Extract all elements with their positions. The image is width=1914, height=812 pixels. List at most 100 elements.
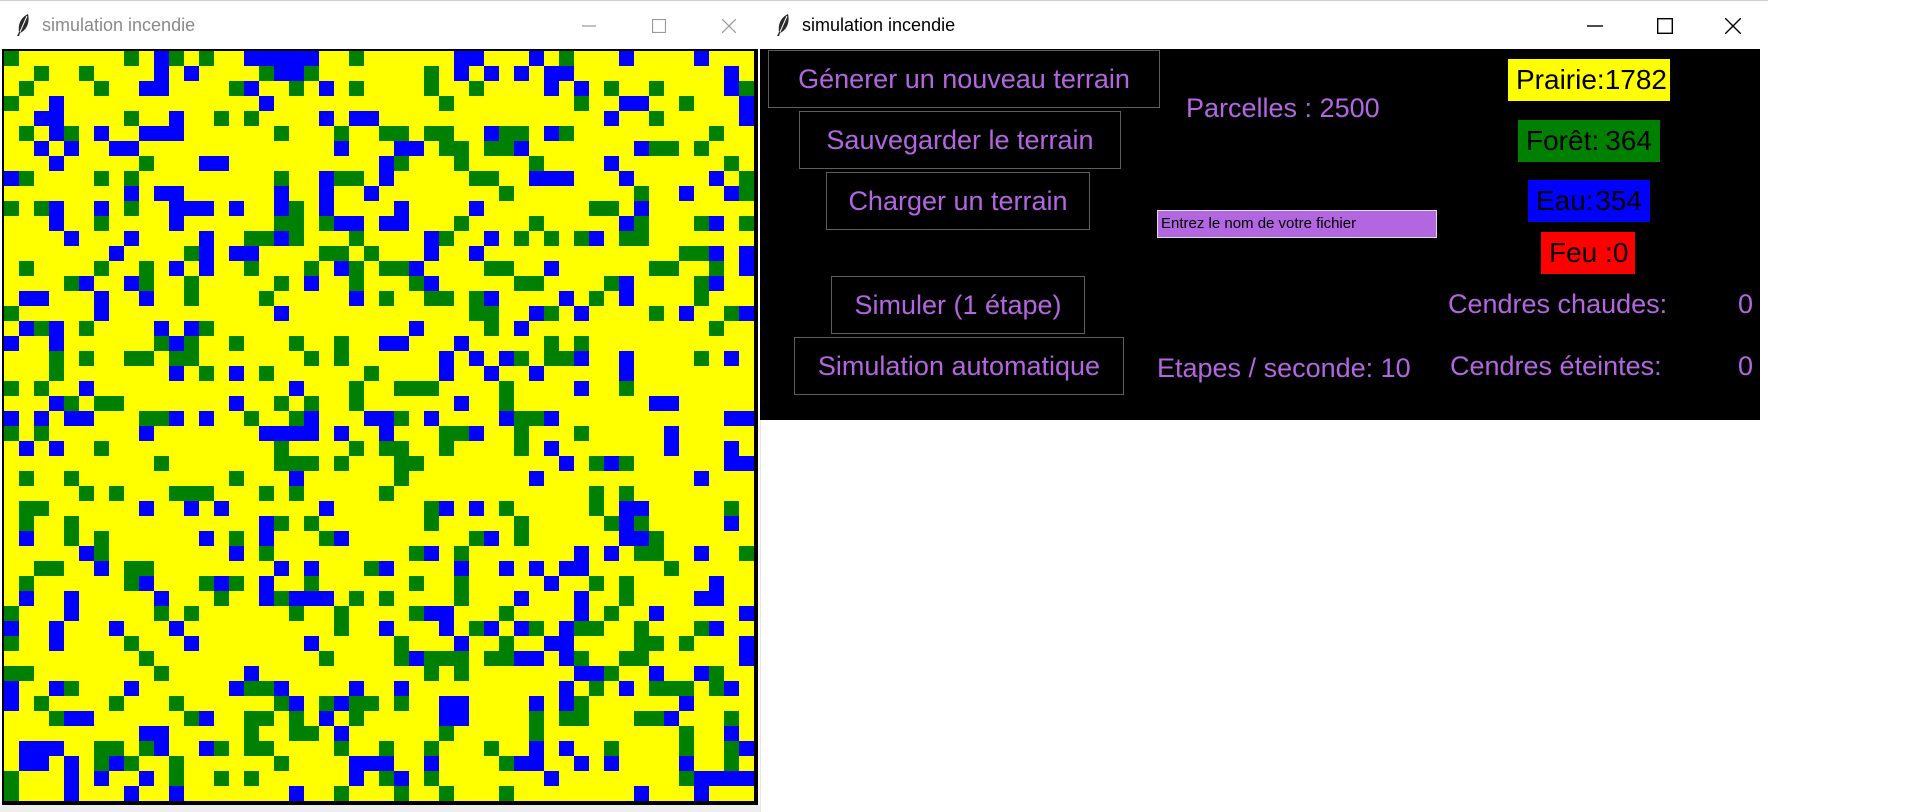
terrain-cell xyxy=(274,51,289,66)
maximize-button[interactable] xyxy=(624,1,694,50)
terrain-cell xyxy=(244,771,259,786)
terrain-cell xyxy=(484,261,499,276)
terrain-cell xyxy=(589,576,604,591)
save-terrain-button[interactable]: Sauvegarder le terrain xyxy=(799,111,1121,169)
terrain-cell xyxy=(109,246,124,261)
terrain-cell xyxy=(229,336,244,351)
close-button[interactable] xyxy=(694,1,764,50)
terrain-cell xyxy=(394,381,409,396)
generate-terrain-button[interactable]: Génerer un nouveau terrain xyxy=(768,50,1160,108)
terrain-cell xyxy=(739,111,754,126)
terrain-cell xyxy=(229,366,244,381)
maximize-icon xyxy=(652,18,666,33)
terrain-cell xyxy=(259,531,274,546)
terrain-cell xyxy=(94,531,109,546)
maximize-button[interactable] xyxy=(1630,1,1700,50)
terrain-cell xyxy=(34,141,49,156)
terrain-cell xyxy=(379,291,394,306)
load-terrain-button[interactable]: Charger un terrain xyxy=(826,172,1090,230)
terrain-cell xyxy=(349,696,364,711)
terrain-cell xyxy=(379,216,394,231)
terrain-cell xyxy=(679,696,694,711)
terrain-cell xyxy=(499,636,514,651)
terrain-cell xyxy=(454,711,469,726)
terrain-cell xyxy=(79,711,94,726)
terrain-cell xyxy=(604,756,619,771)
terrain-cell xyxy=(49,681,64,696)
terrain-cell xyxy=(499,501,514,516)
terrain-cell xyxy=(394,696,409,711)
terrain-cell xyxy=(334,621,349,636)
terrain-cell xyxy=(334,246,349,261)
terrain-cell xyxy=(409,456,424,471)
terrain-cell xyxy=(289,696,304,711)
terrain-grid[interactable] xyxy=(4,51,754,801)
terrain-cell xyxy=(229,576,244,591)
minimize-button[interactable] xyxy=(554,1,624,50)
terrain-cell xyxy=(724,681,739,696)
auto-simulation-button[interactable]: Simulation automatique xyxy=(794,337,1124,395)
close-button[interactable] xyxy=(1698,1,1768,50)
terrain-cell xyxy=(349,81,364,96)
terrain-cell xyxy=(409,606,424,621)
terrain-cell xyxy=(4,636,19,651)
terrain-cell xyxy=(499,561,514,576)
terrain-cell xyxy=(64,231,79,246)
terrain-cell xyxy=(619,51,634,66)
terrain-cell xyxy=(4,411,19,426)
filename-input[interactable]: Entrez le nom de votre fichier xyxy=(1157,210,1437,238)
terrain-cell xyxy=(589,501,604,516)
simulate-step-button[interactable]: Simuler (1 étape) xyxy=(831,276,1085,334)
terrain-cell xyxy=(529,561,544,576)
terrain-cell xyxy=(469,501,484,516)
terrain-cell xyxy=(214,501,229,516)
terrain-cell xyxy=(199,231,214,246)
terrain-cell xyxy=(529,651,544,666)
terrain-cell xyxy=(34,741,49,756)
terrain-cell xyxy=(724,66,739,81)
terrain-cell xyxy=(514,441,529,456)
terrain-cell xyxy=(604,456,619,471)
steps-per-second-label: Etapes / seconde: 10 xyxy=(1157,353,1411,383)
terrain-cell xyxy=(34,696,49,711)
terrain-cell xyxy=(184,291,199,306)
terrain-cell xyxy=(574,606,589,621)
terrain-cell xyxy=(619,531,634,546)
terrain-cell xyxy=(244,231,259,246)
terrain-cell xyxy=(664,261,679,276)
terrain-cell xyxy=(349,681,364,696)
terrain-cell xyxy=(334,456,349,471)
terrain-cell xyxy=(529,171,544,186)
parcelles-count: Parcelles : 2500 xyxy=(1186,93,1380,123)
terrain-cell xyxy=(514,126,529,141)
terrain-cell xyxy=(229,201,244,216)
terrain-cell xyxy=(709,621,724,636)
terrain-cell xyxy=(139,726,154,741)
minimize-button[interactable] xyxy=(1560,1,1630,50)
terrain-cell xyxy=(439,96,454,111)
terrain-cell xyxy=(559,456,574,471)
prairie-value: 1782 xyxy=(1604,64,1667,95)
terrain-cell xyxy=(229,471,244,486)
terrain-cell xyxy=(424,411,439,426)
terrain-cell xyxy=(619,276,634,291)
eau-counter: Eau: 354 xyxy=(1528,180,1650,222)
terrain-cell xyxy=(169,261,184,276)
terrain-cell xyxy=(109,696,124,711)
terrain-cell xyxy=(154,456,169,471)
terrain-cell xyxy=(4,96,19,111)
terrain-cell xyxy=(19,321,34,336)
terrain-cell xyxy=(184,321,199,336)
terrain-cell xyxy=(544,771,559,786)
terrain-cell xyxy=(679,681,694,696)
terrain-cell xyxy=(724,501,739,516)
terrain-cell xyxy=(649,531,664,546)
terrain-cell xyxy=(544,231,559,246)
control-panel: Génerer un nouveau terrain Sauvegarder l… xyxy=(760,49,1760,420)
terrain-cell xyxy=(619,231,634,246)
terrain-cell xyxy=(19,81,34,96)
terrain-cell xyxy=(214,741,229,756)
terrain-cell xyxy=(34,411,49,426)
terrain-cell xyxy=(379,441,394,456)
terrain-cell xyxy=(4,306,19,321)
